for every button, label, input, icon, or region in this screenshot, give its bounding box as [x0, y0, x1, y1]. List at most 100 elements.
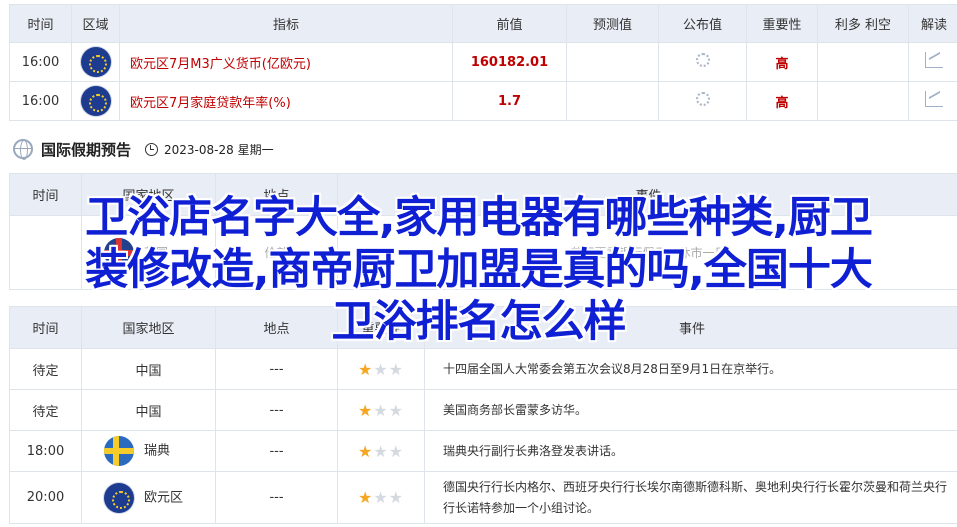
importance-stars: ★★★ — [337, 471, 425, 524]
header-importance: 重要性 — [337, 306, 425, 349]
holiday-section-header: 国际假期预告 2023-08-28 星期一 — [13, 134, 274, 164]
event-cell: 德国央行行长内格尔、西班牙央行行长埃尔南德斯德科斯、奥地利央行行长霍尔茨曼和荷兰… — [424, 471, 957, 524]
forecast-value — [566, 42, 659, 82]
star-filled-icon: ★ — [357, 488, 374, 507]
table-header-row: 时间 国家地区 地点 重要性 事件 — [9, 306, 957, 349]
row-time: 16:00 — [9, 81, 72, 121]
star-filled-icon: ★ — [357, 441, 374, 461]
star-filled-icon: ★ — [357, 400, 374, 420]
analysis-cell[interactable] — [908, 81, 957, 121]
economic-calendar-table: 时间 区域 指标 前值 预测值 公布值 重要性 利多 利空 解读 16:00 欧… — [9, 4, 957, 121]
previous-value: 160182.01 — [452, 42, 567, 82]
star-empty-icon: ★ — [388, 441, 405, 461]
header-analysis: 解读 — [908, 4, 957, 43]
region-cell — [71, 81, 120, 121]
loading-spinner-icon — [695, 92, 710, 106]
table-row: 待定 中国 --- ★★★ 美国商务部长雷蒙多访华。 — [9, 389, 957, 431]
header-country: 国家地区 — [81, 306, 216, 349]
star-filled-icon: ★ — [357, 359, 374, 379]
country-cell: 欧元区 — [81, 471, 216, 524]
uk-flag-icon — [104, 237, 134, 268]
event-cell: 瑞典央行副行长弗洛登发表讲话。 — [424, 430, 957, 472]
header-event: 事件 — [424, 306, 957, 349]
clock-icon — [145, 142, 159, 156]
place-cell: --- — [215, 430, 338, 472]
row-time: 18:00 — [9, 430, 82, 472]
holiday-date: 2023-08-28 星期一 — [164, 142, 274, 157]
importance-stars: ★★★ — [337, 389, 425, 431]
star-empty-icon: ★ — [388, 488, 405, 507]
event-cell: 英国夏季银行假日，休市一日 — [337, 215, 957, 290]
impact-cell — [817, 42, 909, 82]
indicator-link[interactable]: 欧元区7月M3广义货币(亿欧元) — [119, 42, 453, 82]
chart-icon[interactable] — [925, 52, 943, 68]
eu-flag-icon — [80, 47, 111, 77]
country-name: 英国 — [144, 245, 169, 259]
importance-stars: ★★★ — [337, 348, 425, 390]
star-empty-icon: ★ — [373, 488, 389, 507]
country-name: 欧元区 — [144, 490, 184, 505]
globe-icon — [13, 139, 33, 160]
importance-stars: ★★★ — [337, 430, 425, 472]
header-place: 地点 — [215, 173, 338, 216]
row-time — [9, 215, 82, 290]
header-time: 时间 — [9, 306, 82, 349]
header-event: 事件 — [337, 173, 957, 216]
header-country: 国家地区 — [81, 173, 216, 216]
forecast-value — [566, 81, 659, 121]
header-impact: 利多 利空 — [817, 4, 909, 43]
table-row[interactable]: 16:00 欧元区7月M3广义货币(亿欧元) 160182.01 高 — [9, 42, 957, 82]
star-empty-icon: ★ — [388, 359, 405, 379]
header-forecast: 预测值 — [566, 4, 659, 43]
country-cell: 瑞典 — [81, 430, 216, 472]
star-empty-icon: ★ — [373, 441, 389, 461]
impact-cell — [817, 81, 909, 121]
chart-icon[interactable] — [925, 91, 943, 107]
country-name: 中国 — [81, 389, 216, 431]
eu-flag-icon — [80, 86, 111, 116]
header-region: 区域 — [71, 4, 120, 43]
holiday-title: 国际假期预告 — [41, 140, 132, 159]
loading-spinner-icon — [695, 53, 710, 67]
events-table: 时间 国家地区 地点 重要性 事件 待定 中国 --- ★★★ 十四届全国人大常… — [9, 306, 957, 524]
header-importance: 重要性 — [746, 4, 818, 43]
place-cell: 伦敦 — [215, 215, 338, 290]
importance-value: 高 — [746, 81, 818, 121]
row-time: 待定 — [9, 348, 82, 390]
header-previous: 前值 — [452, 4, 567, 43]
event-cell: 美国商务部长雷蒙多访华。 — [424, 389, 957, 431]
table-row[interactable]: 16:00 欧元区7月家庭贷款年率(%) 1.7 高 — [9, 81, 957, 121]
holiday-table: 时间 国家地区 地点 事件 英国 伦敦 英国夏季银行假日，休市一日 — [9, 173, 957, 290]
event-cell: 十四届全国人大常委会第五次会议8月28日至9月1日在京举行。 — [424, 348, 957, 390]
star-empty-icon: ★ — [373, 359, 389, 379]
table-row: 英国 伦敦 英国夏季银行假日，休市一日 — [9, 215, 957, 290]
actual-cell — [658, 81, 747, 121]
table-header-row: 时间 区域 指标 前值 预测值 公布值 重要性 利多 利空 解读 — [9, 4, 957, 43]
table-row: 18:00 瑞典 --- ★★★ 瑞典央行副行长弗洛登发表讲话。 — [9, 430, 957, 472]
actual-cell — [658, 42, 747, 82]
header-actual: 公布值 — [658, 4, 747, 43]
sweden-flag-icon — [104, 436, 134, 466]
analysis-cell[interactable] — [908, 42, 957, 82]
country-name: 瑞典 — [144, 443, 171, 459]
indicator-link[interactable]: 欧元区7月家庭贷款年率(%) — [119, 81, 453, 121]
eu-flag-icon — [104, 482, 134, 513]
row-time: 20:00 — [9, 471, 82, 524]
country-cell: 英国 — [81, 215, 216, 290]
place-cell: --- — [215, 389, 338, 431]
row-time: 16:00 — [9, 42, 72, 82]
table-row: 20:00 欧元区 --- ★★★ 德国央行行长内格尔、西班牙央行行长埃尔南德斯… — [9, 471, 957, 524]
country-name: 中国 — [81, 348, 216, 390]
region-cell — [71, 42, 120, 82]
place-cell: --- — [215, 348, 338, 390]
header-time: 时间 — [9, 173, 82, 216]
importance-value: 高 — [746, 42, 818, 82]
header-place: 地点 — [215, 306, 338, 349]
row-time: 待定 — [9, 389, 82, 431]
header-indicator: 指标 — [119, 4, 453, 43]
table-row: 待定 中国 --- ★★★ 十四届全国人大常委会第五次会议8月28日至9月1日在… — [9, 348, 957, 390]
star-empty-icon: ★ — [373, 400, 389, 420]
table-header-row: 时间 国家地区 地点 事件 — [9, 173, 957, 216]
header-time: 时间 — [9, 4, 72, 43]
place-cell: --- — [215, 471, 338, 524]
